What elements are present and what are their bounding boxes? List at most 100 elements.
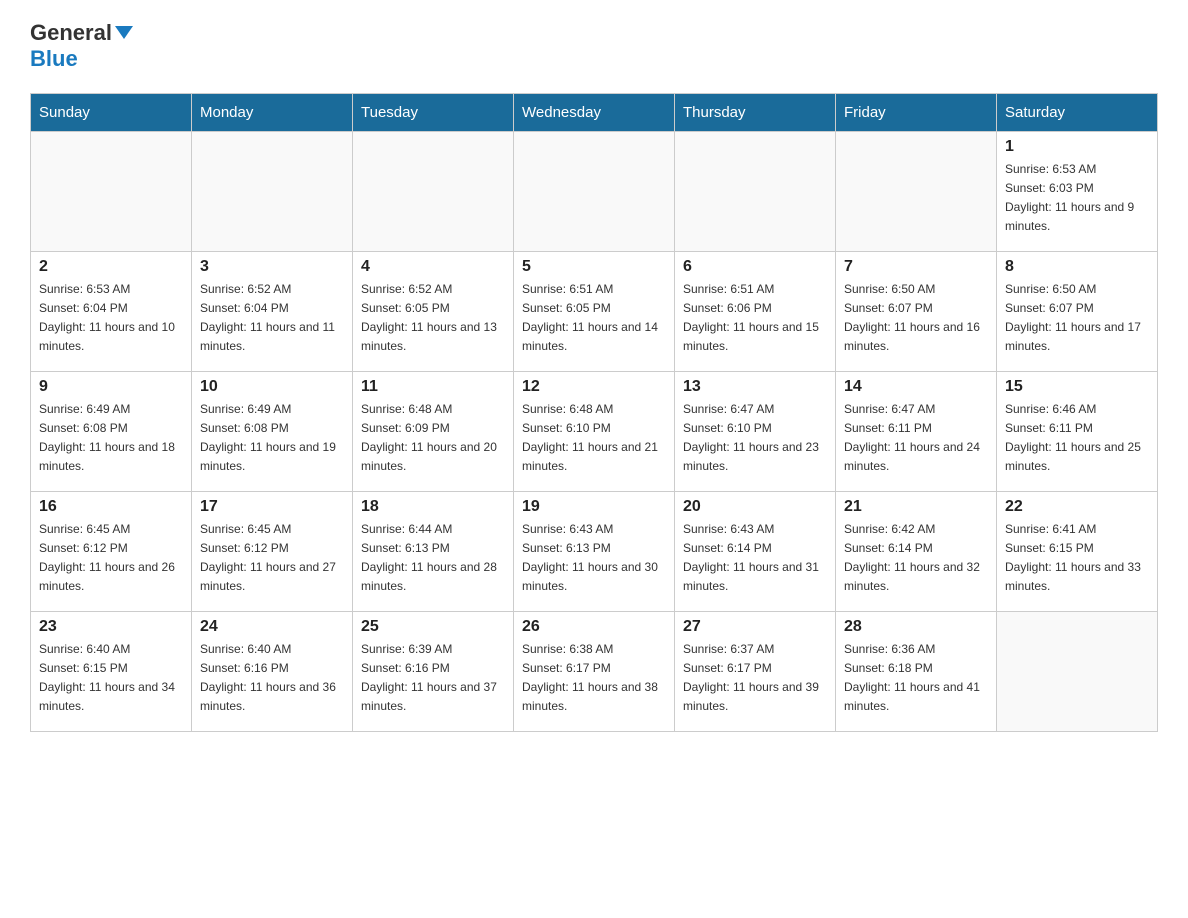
day-number: 2 [39, 258, 183, 276]
calendar-cell: 7 Sunrise: 6:50 AMSunset: 6:07 PMDaylight… [836, 251, 997, 371]
logo-blue-text: Blue [30, 46, 133, 72]
calendar-week-1: 1 Sunrise: 6:53 AMSunset: 6:03 PMDaylight… [31, 131, 1158, 251]
day-info: Sunrise: 6:53 AMSunset: 6:04 PMDaylight:… [39, 280, 183, 357]
calendar-week-4: 16 Sunrise: 6:45 AMSunset: 6:12 PMDayligh… [31, 491, 1158, 611]
day-info: Sunrise: 6:47 AMSunset: 6:10 PMDaylight:… [683, 400, 827, 477]
day-number: 6 [683, 258, 827, 276]
calendar-cell [514, 131, 675, 251]
day-info: Sunrise: 6:39 AMSunset: 6:16 PMDaylight:… [361, 640, 505, 717]
calendar-cell: 11 Sunrise: 6:48 AMSunset: 6:09 PMDayligh… [353, 371, 514, 491]
day-info: Sunrise: 6:40 AMSunset: 6:16 PMDaylight:… [200, 640, 344, 717]
day-info: Sunrise: 6:38 AMSunset: 6:17 PMDaylight:… [522, 640, 666, 717]
day-info: Sunrise: 6:36 AMSunset: 6:18 PMDaylight:… [844, 640, 988, 717]
day-number: 9 [39, 378, 183, 396]
calendar-cell: 16 Sunrise: 6:45 AMSunset: 6:12 PMDayligh… [31, 491, 192, 611]
day-info: Sunrise: 6:47 AMSunset: 6:11 PMDaylight:… [844, 400, 988, 477]
day-number: 27 [683, 618, 827, 636]
calendar-cell: 5 Sunrise: 6:51 AMSunset: 6:05 PMDaylight… [514, 251, 675, 371]
day-number: 16 [39, 498, 183, 516]
weekday-header-monday: Monday [192, 93, 353, 131]
day-info: Sunrise: 6:42 AMSunset: 6:14 PMDaylight:… [844, 520, 988, 597]
calendar-header-row: SundayMondayTuesdayWednesdayThursdayFrid… [31, 93, 1158, 131]
weekday-header-friday: Friday [836, 93, 997, 131]
day-number: 3 [200, 258, 344, 276]
day-info: Sunrise: 6:45 AMSunset: 6:12 PMDaylight:… [39, 520, 183, 597]
calendar-week-3: 9 Sunrise: 6:49 AMSunset: 6:08 PMDaylight… [31, 371, 1158, 491]
calendar-cell [675, 131, 836, 251]
calendar-cell [997, 611, 1158, 731]
calendar-cell: 3 Sunrise: 6:52 AMSunset: 6:04 PMDaylight… [192, 251, 353, 371]
day-number: 15 [1005, 378, 1149, 396]
logo-triangle-icon [115, 26, 133, 39]
weekday-header-sunday: Sunday [31, 93, 192, 131]
day-info: Sunrise: 6:45 AMSunset: 6:12 PMDaylight:… [200, 520, 344, 597]
calendar-cell [31, 131, 192, 251]
day-number: 8 [1005, 258, 1149, 276]
day-info: Sunrise: 6:37 AMSunset: 6:17 PMDaylight:… [683, 640, 827, 717]
day-info: Sunrise: 6:48 AMSunset: 6:09 PMDaylight:… [361, 400, 505, 477]
day-info: Sunrise: 6:41 AMSunset: 6:15 PMDaylight:… [1005, 520, 1149, 597]
day-number: 23 [39, 618, 183, 636]
day-info: Sunrise: 6:50 AMSunset: 6:07 PMDaylight:… [1005, 280, 1149, 357]
day-info: Sunrise: 6:49 AMSunset: 6:08 PMDaylight:… [200, 400, 344, 477]
calendar-cell: 13 Sunrise: 6:47 AMSunset: 6:10 PMDayligh… [675, 371, 836, 491]
day-info: Sunrise: 6:53 AMSunset: 6:03 PMDaylight:… [1005, 160, 1149, 237]
day-number: 5 [522, 258, 666, 276]
day-number: 20 [683, 498, 827, 516]
calendar-cell: 2 Sunrise: 6:53 AMSunset: 6:04 PMDaylight… [31, 251, 192, 371]
calendar-week-2: 2 Sunrise: 6:53 AMSunset: 6:04 PMDaylight… [31, 251, 1158, 371]
calendar-cell [353, 131, 514, 251]
day-info: Sunrise: 6:43 AMSunset: 6:13 PMDaylight:… [522, 520, 666, 597]
logo: General Blue [30, 20, 133, 73]
day-number: 17 [200, 498, 344, 516]
day-number: 28 [844, 618, 988, 636]
calendar-cell: 19 Sunrise: 6:43 AMSunset: 6:13 PMDayligh… [514, 491, 675, 611]
day-info: Sunrise: 6:49 AMSunset: 6:08 PMDaylight:… [39, 400, 183, 477]
weekday-header-wednesday: Wednesday [514, 93, 675, 131]
calendar-table: SundayMondayTuesdayWednesdayThursdayFrid… [30, 93, 1158, 732]
calendar-cell: 21 Sunrise: 6:42 AMSunset: 6:14 PMDayligh… [836, 491, 997, 611]
day-number: 4 [361, 258, 505, 276]
calendar-cell: 22 Sunrise: 6:41 AMSunset: 6:15 PMDayligh… [997, 491, 1158, 611]
day-info: Sunrise: 6:52 AMSunset: 6:04 PMDaylight:… [200, 280, 344, 357]
calendar-cell: 15Sunrise: 6:46 AMSunset: 6:11 PMDayligh… [997, 371, 1158, 491]
day-info: Sunrise: 6:50 AMSunset: 6:07 PMDaylight:… [844, 280, 988, 357]
day-info: Sunrise: 6:52 AMSunset: 6:05 PMDaylight:… [361, 280, 505, 357]
weekday-header-tuesday: Tuesday [353, 93, 514, 131]
weekday-header-thursday: Thursday [675, 93, 836, 131]
calendar-cell: 1 Sunrise: 6:53 AMSunset: 6:03 PMDaylight… [997, 131, 1158, 251]
logo-general-text: General [30, 20, 112, 45]
calendar-cell: 23 Sunrise: 6:40 AMSunset: 6:15 PMDayligh… [31, 611, 192, 731]
calendar-cell: 25Sunrise: 6:39 AMSunset: 6:16 PMDayligh… [353, 611, 514, 731]
calendar-cell: 28 Sunrise: 6:36 AMSunset: 6:18 PMDayligh… [836, 611, 997, 731]
day-info: Sunrise: 6:48 AMSunset: 6:10 PMDaylight:… [522, 400, 666, 477]
calendar-cell: 27 Sunrise: 6:37 AMSunset: 6:17 PMDayligh… [675, 611, 836, 731]
day-number: 22 [1005, 498, 1149, 516]
day-number: 11 [361, 378, 505, 396]
calendar-cell: 17 Sunrise: 6:45 AMSunset: 6:12 PMDayligh… [192, 491, 353, 611]
calendar-cell: 6Sunrise: 6:51 AMSunset: 6:06 PMDaylight… [675, 251, 836, 371]
day-info: Sunrise: 6:43 AMSunset: 6:14 PMDaylight:… [683, 520, 827, 597]
day-number: 1 [1005, 138, 1149, 156]
day-number: 14 [844, 378, 988, 396]
day-number: 13 [683, 378, 827, 396]
day-number: 19 [522, 498, 666, 516]
day-number: 26 [522, 618, 666, 636]
day-number: 7 [844, 258, 988, 276]
calendar-cell [192, 131, 353, 251]
day-info: Sunrise: 6:44 AMSunset: 6:13 PMDaylight:… [361, 520, 505, 597]
calendar-cell: 26 Sunrise: 6:38 AMSunset: 6:17 PMDayligh… [514, 611, 675, 731]
calendar-cell: 14 Sunrise: 6:47 AMSunset: 6:11 PMDayligh… [836, 371, 997, 491]
day-number: 24 [200, 618, 344, 636]
calendar-cell: 20 Sunrise: 6:43 AMSunset: 6:14 PMDayligh… [675, 491, 836, 611]
day-number: 18 [361, 498, 505, 516]
page-header: General Blue [30, 20, 1158, 73]
day-info: Sunrise: 6:51 AMSunset: 6:05 PMDaylight:… [522, 280, 666, 357]
weekday-header-saturday: Saturday [997, 93, 1158, 131]
calendar-week-5: 23 Sunrise: 6:40 AMSunset: 6:15 PMDayligh… [31, 611, 1158, 731]
day-number: 21 [844, 498, 988, 516]
calendar-cell: 18 Sunrise: 6:44 AMSunset: 6:13 PMDayligh… [353, 491, 514, 611]
day-info: Sunrise: 6:40 AMSunset: 6:15 PMDaylight:… [39, 640, 183, 717]
calendar-cell: 4 Sunrise: 6:52 AMSunset: 6:05 PMDaylight… [353, 251, 514, 371]
day-number: 12 [522, 378, 666, 396]
